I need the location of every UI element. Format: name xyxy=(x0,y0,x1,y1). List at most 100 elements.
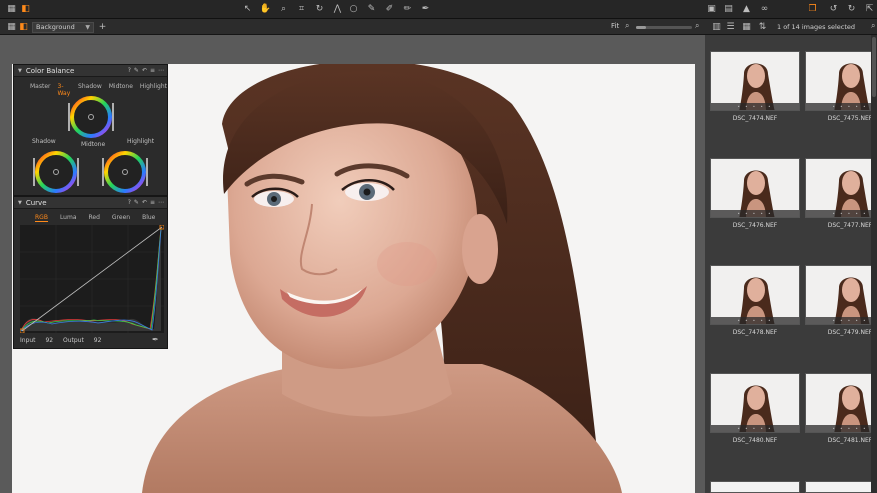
browser-toolbar: ▥ ☰ ▦ ⇅ 1 of 14 images selected ⌕ xyxy=(705,19,877,35)
color-balance-title: Color Balance xyxy=(25,66,75,75)
input-value: 92 xyxy=(45,337,54,344)
viewer-toolbar: ▦ ◧ + Fit ⌕ ⌕ xyxy=(0,19,705,35)
mask-icon[interactable]: ◧ xyxy=(16,20,31,34)
thumbnail[interactable]: • • • • • xyxy=(710,373,800,433)
loupe-icon[interactable]: ⌕ xyxy=(276,2,291,16)
curve-output-readout: Output 92 xyxy=(63,337,101,344)
pin-icon[interactable]: ✎ xyxy=(134,67,139,74)
variant-icon[interactable]: ❐ xyxy=(805,2,820,16)
undo-icon[interactable]: ↺ xyxy=(826,2,841,16)
color-balance-panel: ▼ Color Balance ? ✎ ↶ ≡ ⋯ Master 3-Way S… xyxy=(13,64,168,196)
curve-tabs: RGB Luma Red Green Blue xyxy=(35,214,155,222)
reset-icon[interactable]: ↶ xyxy=(142,199,147,206)
keystone-icon[interactable]: ⋀ xyxy=(330,2,345,16)
thumbnail[interactable]: • • • • • xyxy=(805,265,877,325)
browser-scrollbar[interactable] xyxy=(871,35,877,493)
crop-icon[interactable]: ⌗ xyxy=(294,2,309,16)
rating-stars[interactable]: • • • • • xyxy=(711,210,799,217)
zoom-in-icon[interactable]: ⌕ xyxy=(695,21,699,31)
pin-icon[interactable]: ✎ xyxy=(134,199,139,206)
thumbnail[interactable]: • • • • • xyxy=(710,158,800,218)
preset-icon[interactable]: ≡ xyxy=(150,199,155,206)
help-icon[interactable]: ? xyxy=(128,67,131,74)
thumbnail[interactable]: • • • • • xyxy=(710,265,800,325)
select-icon[interactable]: ↖ xyxy=(240,2,255,16)
tab-green[interactable]: Green xyxy=(112,214,130,222)
warning-icon[interactable]: ▲ xyxy=(739,2,754,16)
glasses-icon[interactable]: ∞ xyxy=(757,2,772,16)
tab-rgb[interactable]: RGB xyxy=(35,214,48,222)
rating-stars[interactable]: • • • • • xyxy=(806,425,877,432)
thumbnail-label: DSC_7475.NEF xyxy=(827,115,873,122)
zoom-slider[interactable] xyxy=(636,26,692,29)
curve-panel: ▼ Curve ? ✎ ↶ ≡ ⋯ RGB Luma Red Green Blu… xyxy=(13,196,168,349)
rating-stars[interactable]: • • • • • xyxy=(806,210,877,217)
scrollbar-thumb[interactable] xyxy=(872,37,876,97)
collapse-triangle-icon[interactable]: ▼ xyxy=(18,200,22,206)
layout-icon[interactable]: ▦ xyxy=(4,2,19,16)
tab-blue[interactable]: Blue xyxy=(142,214,155,222)
color-balance-header[interactable]: ▼ Color Balance ? ✎ ↶ ≡ ⋯ xyxy=(14,65,167,77)
spot-icon[interactable]: ○ xyxy=(346,2,361,16)
midtone-wheel[interactable] xyxy=(70,96,112,138)
thumbnail[interactable]: • • • • • xyxy=(805,158,877,218)
curve-header[interactable]: ▼ Curve ? ✎ ↶ ≡ ⋯ xyxy=(14,197,167,209)
thumbnail-label: DSC_7480.NEF xyxy=(732,437,778,444)
selection-status: 1 of 14 images selected xyxy=(777,23,856,31)
reset-icon[interactable]: ↶ xyxy=(142,67,147,74)
shadow-wheel[interactable] xyxy=(35,151,77,193)
curve-graph[interactable] xyxy=(20,225,164,333)
thumbnail-partial[interactable] xyxy=(710,481,800,493)
tab-red[interactable]: Red xyxy=(89,214,100,222)
midtone-label: Midtone xyxy=(81,141,106,148)
list-view-icon[interactable]: ☰ xyxy=(723,20,738,34)
rating-stars[interactable]: • • • • • xyxy=(806,103,877,110)
zoom-slider-fill xyxy=(636,26,646,29)
output-label: Output xyxy=(63,337,84,344)
thumbnail-label: DSC_7479.NEF xyxy=(827,329,873,336)
curve-title: Curve xyxy=(25,198,47,207)
thumbnail[interactable]: • • • • • xyxy=(710,51,800,111)
highlight-wheel[interactable] xyxy=(104,151,146,193)
layer-select[interactable]: Background ▼ xyxy=(32,22,94,33)
thumbnail-view-icon[interactable]: ▦ xyxy=(739,20,754,34)
fit-label: Fit xyxy=(611,22,620,30)
rating-stars[interactable]: • • • • • xyxy=(711,103,799,110)
rating-stars[interactable]: • • • • • xyxy=(711,317,799,324)
gradient-icon[interactable]: ✒ xyxy=(418,2,433,16)
thumbnail-partial[interactable] xyxy=(805,481,877,493)
brush-icon[interactable]: ✐ xyxy=(382,2,397,16)
zoom-out-icon[interactable]: ⌕ xyxy=(625,21,629,31)
rating-stars[interactable]: • • • • • xyxy=(711,425,799,432)
output-value: 92 xyxy=(93,337,102,344)
thumbnail-label: DSC_7477.NEF xyxy=(827,222,873,229)
help-icon[interactable]: ? xyxy=(128,199,131,206)
thumbnail-label: DSC_7481.NEF xyxy=(827,437,873,444)
search-icon[interactable]: ⌕ xyxy=(871,21,875,31)
highlight-label: Highlight xyxy=(127,138,155,145)
erase-icon[interactable]: ✏ xyxy=(400,2,415,16)
rating-stars[interactable]: • • • • • xyxy=(806,317,877,324)
preset-icon[interactable]: ≡ xyxy=(150,67,155,74)
filmstrip-icon[interactable]: ▥ xyxy=(709,20,724,34)
thumbnail-label: DSC_7474.NEF xyxy=(732,115,778,122)
more-icon[interactable]: ⋯ xyxy=(158,67,164,74)
add-layer-icon[interactable]: + xyxy=(95,20,110,34)
pan-icon[interactable]: ✋ xyxy=(258,2,273,16)
thumbnail[interactable]: • • • • • xyxy=(805,51,877,111)
sort-icon[interactable]: ⇅ xyxy=(755,20,770,34)
eyedropper-icon[interactable]: ✒ xyxy=(152,335,159,344)
picker-icon[interactable]: ✎ xyxy=(364,2,379,16)
more-icon[interactable]: ⋯ xyxy=(158,199,164,206)
tab-luma[interactable]: Luma xyxy=(60,214,77,222)
viewer-mode-icon[interactable]: ◧ xyxy=(18,2,33,16)
grid-icon[interactable]: ▤ xyxy=(721,2,736,16)
camera-icon[interactable]: ▣ xyxy=(704,2,719,16)
top-toolbar: ▦ ◧ ↖ ✋ ⌕ ⌗ ↻ ⋀ ○ ✎ ✐ ✏ ✒ ▣ ▤ ▲ ∞ ❐ ↺ ↻ … xyxy=(0,0,877,19)
thumbnail[interactable]: • • • • • xyxy=(805,373,877,433)
cursor-icon[interactable]: ⇱ xyxy=(862,2,877,16)
redo-icon[interactable]: ↻ xyxy=(844,2,859,16)
collapse-triangle-icon[interactable]: ▼ xyxy=(18,68,22,74)
thumbnail-label: DSC_7476.NEF xyxy=(732,222,778,229)
rotate-icon[interactable]: ↻ xyxy=(312,2,327,16)
